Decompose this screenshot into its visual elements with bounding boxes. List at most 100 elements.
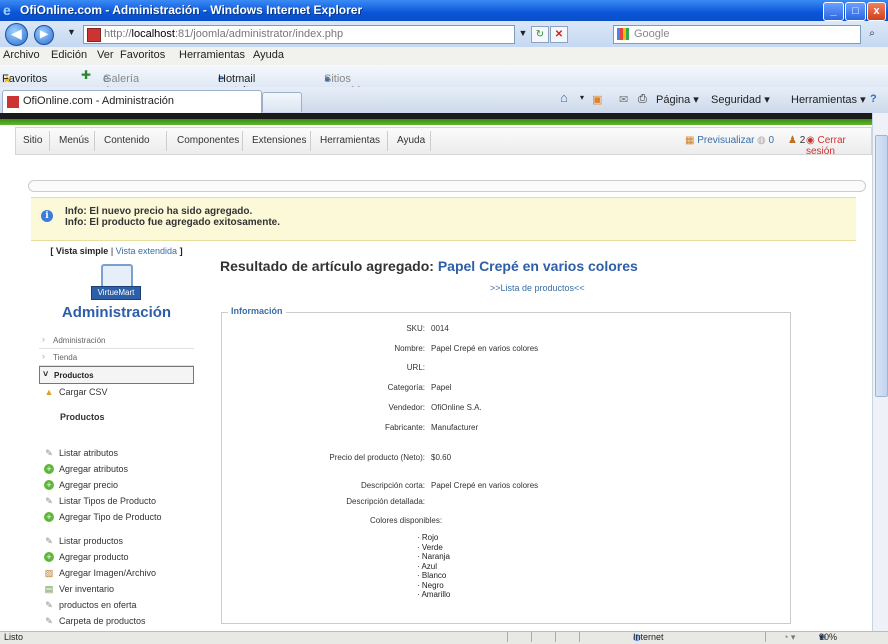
colors-list: Rojo Verde Naranja Azul Blanco Negro Ama…	[417, 533, 450, 600]
forward-button[interactable]: ▶	[34, 25, 54, 45]
menu-ayuda[interactable]: Ayuda	[253, 49, 284, 61]
help-icon[interactable]: ?	[870, 93, 877, 105]
field-label-url: URL:	[406, 363, 425, 372]
address-input[interactable]: http://localhost:81/joomla/administrator…	[83, 25, 515, 44]
virtuemart-sidebar: [ Vista simple | Vista extendida ] Virtu…	[39, 246, 194, 631]
chevron-down-icon: ˅	[43, 369, 49, 379]
folder-icon: ✎	[45, 616, 53, 626]
history-dropdown-icon[interactable]: ▼	[67, 27, 76, 37]
jmenu-herramientas[interactable]: Herramientas	[320, 135, 380, 146]
search-placeholder: Google	[634, 28, 670, 40]
favorites-label: Favoritos	[2, 73, 48, 85]
stop-icon[interactable]: ✕	[550, 26, 568, 43]
preview-link[interactable]: ▦ Previsualizar	[685, 135, 754, 146]
sidebar-section-tienda[interactable]: › Tienda	[39, 349, 194, 366]
jmenu-sitio[interactable]: Sitio	[23, 135, 42, 146]
messages-count[interactable]: ◍ 0	[757, 135, 774, 146]
jmenu-componentes[interactable]: Componentes	[177, 135, 239, 146]
mail-icon[interactable]: ✉	[619, 93, 628, 106]
field-label-precio: Precio del producto (Neto):	[329, 453, 425, 462]
command-tools[interactable]: Herramientas ▾	[791, 93, 866, 106]
logout-link[interactable]: ◉ Cerrar sesión	[806, 135, 871, 157]
url-prefix: http://	[104, 28, 132, 40]
jmenu-ayuda[interactable]: Ayuda	[397, 135, 425, 146]
jmenu-extensiones[interactable]: Extensiones	[252, 135, 306, 146]
color-item: Blanco	[417, 571, 450, 581]
view-extended-link[interactable]: Vista extendida	[116, 246, 177, 256]
tab-ofionline[interactable]: OfiOnline.com - Administración	[2, 90, 262, 113]
page-heading: Resultado de artículo agregado: Papel Cr…	[220, 258, 638, 274]
url-path: :81/joomla/administrator/index.php	[174, 28, 344, 40]
add-icon: +	[44, 512, 54, 522]
jmenu-contenido[interactable]: Contenido	[104, 135, 150, 146]
search-icon[interactable]: ⌕	[864, 26, 880, 41]
view-simple-label: Vista simple	[55, 246, 109, 256]
menu-archivo[interactable]: Archivo	[3, 49, 40, 61]
field-value-precio: $0.60	[431, 453, 452, 462]
image-icon: ▨	[44, 568, 54, 578]
field-label-vendedor: Vendedor:	[388, 403, 425, 412]
status-divider	[531, 632, 532, 642]
csv-upload-icon: ▲	[44, 387, 54, 397]
menu-divider	[166, 131, 167, 151]
protected-mode-icon[interactable]: ◔ ▾	[783, 632, 795, 643]
color-item: Negro	[417, 581, 450, 591]
add-icon: +	[44, 480, 54, 490]
new-tab-button[interactable]	[262, 92, 302, 112]
menu-herramientas[interactable]: Herramientas	[179, 49, 245, 61]
back-button[interactable]: ◀	[5, 23, 28, 46]
toolbar-box	[28, 180, 866, 192]
menu-divider	[430, 131, 431, 151]
menu-divider	[94, 131, 95, 151]
refresh-icon[interactable]: ↻	[531, 26, 549, 43]
status-divider	[765, 632, 766, 642]
info-message: i Info: El nuevo precio ha sido agregado…	[31, 197, 856, 241]
menu-ver[interactable]: Ver	[97, 49, 114, 61]
sidebar-section-productos[interactable]: ˅ Productos	[39, 366, 194, 384]
users-count[interactable]: ♟ 2	[788, 135, 805, 146]
fieldset-legend: Información	[228, 306, 286, 316]
search-input[interactable]: Google	[613, 25, 861, 44]
heading-prefix: Resultado de artículo agregado:	[220, 258, 434, 274]
sidebar-section-administracion[interactable]: › Administración	[39, 332, 194, 349]
ie-logo-icon: e	[3, 2, 11, 18]
command-page[interactable]: Página ▾	[656, 93, 699, 106]
inventory-icon: ▤	[44, 584, 54, 594]
home-dropdown-icon[interactable]: ▾	[580, 93, 584, 102]
zoom-control[interactable]: ⊕ 90% ▾	[819, 632, 837, 643]
logout-icon: ◉	[806, 135, 815, 146]
info-line-1: Info: El nuevo precio ha sido agregado.	[65, 206, 253, 217]
feeds-icon[interactable]: ▣	[592, 93, 602, 106]
menu-favoritos[interactable]: Favoritos	[120, 49, 165, 61]
address-dropdown-icon[interactable]: ▼	[515, 26, 531, 41]
chevron-right-icon: ›	[42, 351, 45, 361]
users-icon: ♟	[788, 135, 797, 146]
menu-divider	[387, 131, 388, 151]
view-toggle-close: ]	[179, 246, 183, 256]
tab-title: OfiOnline.com - Administración	[23, 95, 174, 107]
field-value-categoria: Papel	[431, 383, 452, 392]
print-icon[interactable]: ⎙	[638, 93, 647, 106]
field-label-nombre: Nombre:	[394, 344, 425, 353]
menu-edicion[interactable]: Edición	[51, 49, 87, 61]
info-fieldset: Información SKU: 0014 Nombre: Papel Crep…	[221, 306, 791, 624]
page-content: Sitio Menús Contenido Componentes Extens…	[0, 113, 872, 631]
field-value-vendedor: OfiOnline S.A.	[431, 403, 482, 412]
jmenu-menus[interactable]: Menús	[59, 135, 89, 146]
vertical-scrollbar[interactable]	[872, 113, 888, 631]
close-button[interactable]: x	[867, 2, 886, 21]
menu-divider	[242, 131, 243, 151]
field-value-fabricante: Manufacturer	[431, 423, 479, 432]
minimize-button[interactable]: _	[823, 2, 844, 21]
add-favorite-icon[interactable]: ✚	[81, 68, 91, 82]
command-safety[interactable]: Seguridad ▾	[711, 93, 770, 106]
scrollbar-thumb[interactable]	[875, 135, 888, 397]
address-row: ◀ ▶ ▼ http://localhost:81/joomla/adminis…	[0, 21, 888, 47]
tab-favicon-icon	[7, 96, 19, 108]
list-icon: ✎	[45, 448, 53, 458]
sidebar-title: Administración	[61, 304, 172, 321]
window-title: OfiOnline.com - Administración - Windows…	[20, 3, 363, 17]
maximize-button[interactable]: □	[845, 2, 866, 21]
product-list-link[interactable]: >>Lista de productos<<	[490, 283, 585, 293]
home-icon[interactable]: ⌂	[560, 90, 568, 105]
